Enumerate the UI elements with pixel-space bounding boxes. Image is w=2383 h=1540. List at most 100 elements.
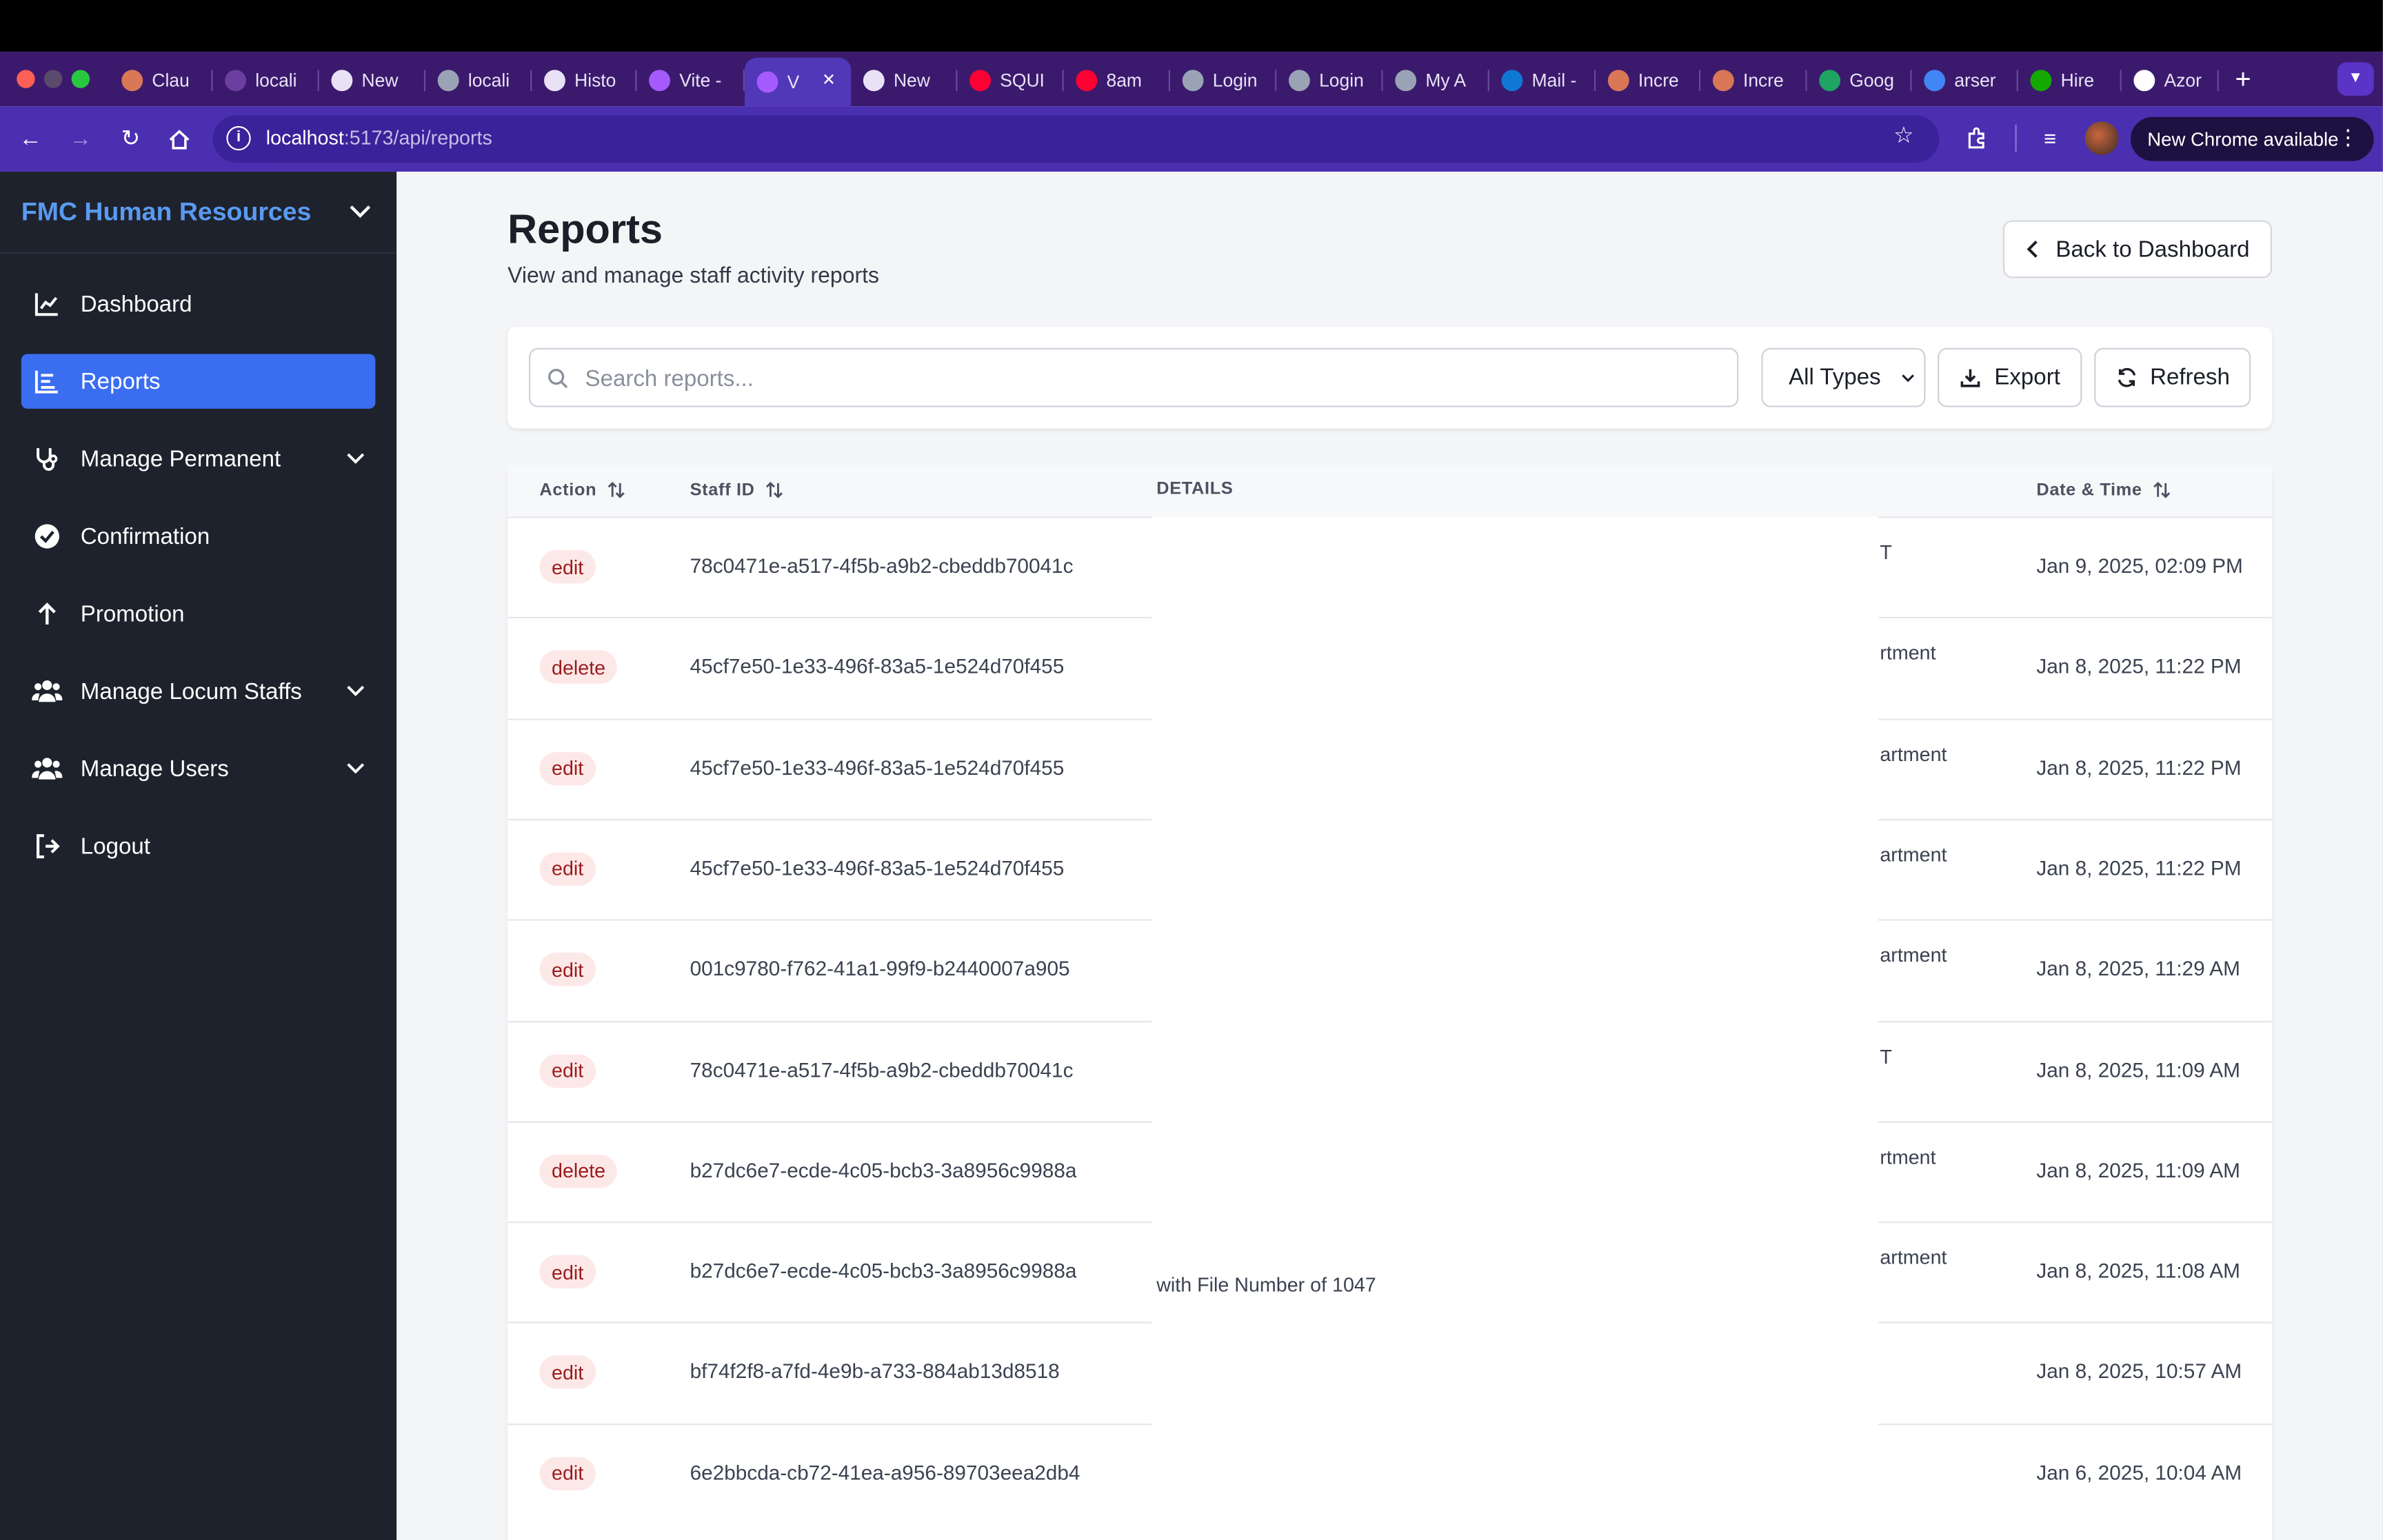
- back-to-dashboard-label: Back to Dashboard: [2055, 236, 2250, 263]
- chevron-down-icon[interactable]: [345, 447, 366, 468]
- browser-tab[interactable]: New: [319, 62, 426, 99]
- browser-tab[interactable]: Incre: [1700, 62, 1807, 99]
- browser-tab[interactable]: Histo: [532, 62, 637, 99]
- sidebar-item-confirmation[interactable]: Confirmation: [21, 509, 376, 563]
- col-datetime-label: Date & Time: [2036, 480, 2142, 500]
- action-badge: edit: [539, 1456, 596, 1490]
- action-badge: edit: [539, 852, 596, 886]
- staff-id-cell: b27dc6e7-ecde-4c05-bcb3-3a8956c9988a: [690, 1259, 1077, 1283]
- browser-tab[interactable]: SQUI: [958, 62, 1064, 99]
- sidebar-item-label: Reports: [80, 368, 161, 394]
- sidebar-item-manage-users[interactable]: Manage Users: [21, 742, 376, 796]
- browser-tab[interactable]: arser: [1912, 62, 2018, 99]
- browser-tab[interactable]: Vite -: [636, 62, 745, 99]
- close-tab-icon[interactable]: ✕: [822, 70, 836, 90]
- new-tab-button[interactable]: +: [2228, 62, 2258, 99]
- bookmark-star-icon[interactable]: ☆: [1893, 121, 1914, 149]
- media-control-icon[interactable]: ≡: [2033, 121, 2067, 154]
- claude-icon: [121, 70, 143, 92]
- zoom-window-icon[interactable]: [71, 70, 90, 88]
- type-filter-select[interactable]: All Types: [1761, 347, 1926, 407]
- sidebar-item-manage-permanent[interactable]: Manage Permanent: [21, 432, 376, 486]
- staff-id-cell: b27dc6e7-ecde-4c05-bcb3-3a8956c9988a: [690, 1159, 1077, 1182]
- sidebar-item-logout[interactable]: Logout: [21, 819, 376, 873]
- action-badge: delete: [539, 650, 618, 685]
- reload-icon[interactable]: ↻: [112, 121, 149, 158]
- col-staff-id-header[interactable]: Staff ID: [690, 480, 784, 500]
- browser-tab[interactable]: Mail -: [1489, 62, 1596, 99]
- globe-icon: [1182, 70, 1204, 92]
- close-window-icon[interactable]: [17, 70, 35, 88]
- details-cell: artment: [1880, 944, 1947, 967]
- browser-tab[interactable]: New: [851, 62, 958, 99]
- browser-tab[interactable]: V ✕: [744, 57, 852, 107]
- sort-icon[interactable]: [764, 480, 784, 500]
- action-badge: edit: [539, 549, 596, 584]
- export-button[interactable]: Export: [1938, 347, 2082, 407]
- arrow-up-icon: [32, 598, 62, 629]
- col-action-label: Action: [539, 480, 597, 500]
- address-url[interactable]: localhost:5173/api/reports: [266, 126, 492, 149]
- extensions-icon[interactable]: [1960, 121, 1993, 154]
- col-datetime-header[interactable]: Date & Time: [2036, 480, 2171, 500]
- browser-tab[interactable]: Login: [1170, 62, 1277, 99]
- home-icon[interactable]: [161, 121, 198, 158]
- sidebar-item-manage-locum-staffs[interactable]: Manage Locum Staffs: [21, 664, 376, 718]
- browser-tab[interactable]: 8am: [1064, 62, 1171, 99]
- browser-tab-title: 8am: [1106, 70, 1142, 92]
- upwork-icon: [2030, 70, 2052, 92]
- browser-tab-title: Hire: [2060, 70, 2095, 92]
- vite-icon: [756, 71, 778, 93]
- youtube-icon: [969, 70, 992, 92]
- browser-tab-title: Clau: [152, 70, 190, 92]
- staff-id-cell: bf74f2f8-a7fd-4e9b-a733-884ab13d8518: [690, 1360, 1060, 1384]
- chrome-icon: [863, 70, 885, 92]
- more-menu-icon[interactable]: ⋮: [2337, 126, 2359, 148]
- chevron-down-icon[interactable]: [345, 757, 366, 778]
- browser-tab-title: My A: [1425, 70, 1467, 92]
- datetime-cell: Jan 8, 2025, 11:29 AM: [2036, 957, 2240, 980]
- chevron-down-icon[interactable]: [345, 679, 366, 700]
- sidebar-item-label: Confirmation: [80, 523, 210, 549]
- search-input[interactable]: [585, 364, 1710, 392]
- browser-tab[interactable]: Login: [1276, 62, 1383, 99]
- back-to-dashboard-button[interactable]: Back to Dashboard: [2002, 220, 2272, 278]
- search-icon: [548, 369, 568, 389]
- tab-search-button[interactable]: ▼: [2337, 62, 2374, 96]
- site-info-icon[interactable]: i: [226, 125, 251, 151]
- chevron-down-icon[interactable]: [347, 198, 374, 225]
- sidebar-item-promotion[interactable]: Promotion: [21, 587, 376, 641]
- minimize-window-icon[interactable]: [43, 70, 63, 88]
- details-cell: artment: [1880, 842, 1947, 867]
- profile-avatar[interactable]: [2084, 121, 2119, 155]
- browser-tab[interactable]: My A: [1383, 62, 1489, 99]
- update-chrome-button[interactable]: New Chrome available ⋮: [2131, 116, 2374, 161]
- logout-icon: [32, 831, 62, 862]
- browser-tab[interactable]: Clau: [110, 62, 213, 99]
- sidebar-item-label: Manage Permanent: [80, 445, 281, 472]
- browser-tab[interactable]: Goog: [1807, 62, 1912, 99]
- forward-arrow-icon[interactable]: →: [62, 121, 99, 158]
- chrome-icon: [331, 70, 353, 92]
- type-filter-value: All Types: [1789, 364, 1881, 391]
- datetime-cell: Jan 8, 2025, 10:57 AM: [2036, 1360, 2242, 1384]
- vite-icon: [649, 70, 670, 92]
- refresh-button[interactable]: Refresh: [2094, 347, 2251, 407]
- browser-tab[interactable]: locali: [425, 62, 532, 99]
- browser-tab[interactable]: locali: [213, 62, 319, 99]
- browser-tab-title: New: [361, 70, 399, 92]
- browser-tab[interactable]: Incre: [1596, 62, 1701, 99]
- browser-tab[interactable]: Azor: [2122, 62, 2219, 99]
- sort-icon[interactable]: [2151, 480, 2171, 500]
- sidebar-item-dashboard[interactable]: Dashboard: [21, 276, 376, 331]
- back-arrow-icon[interactable]: ←: [12, 121, 49, 158]
- export-label: Export: [1994, 364, 2060, 391]
- page-title: Reports: [507, 206, 663, 252]
- browser-tab[interactable]: Hire: [2018, 62, 2122, 99]
- col-action-header[interactable]: Action: [539, 480, 625, 500]
- sidebar-item-label: Dashboard: [80, 291, 192, 317]
- sort-icon[interactable]: [605, 480, 625, 500]
- sidebar-item-reports[interactable]: Reports: [21, 354, 376, 409]
- globe-icon: [437, 70, 459, 92]
- browser-tab-title: Login: [1319, 70, 1364, 92]
